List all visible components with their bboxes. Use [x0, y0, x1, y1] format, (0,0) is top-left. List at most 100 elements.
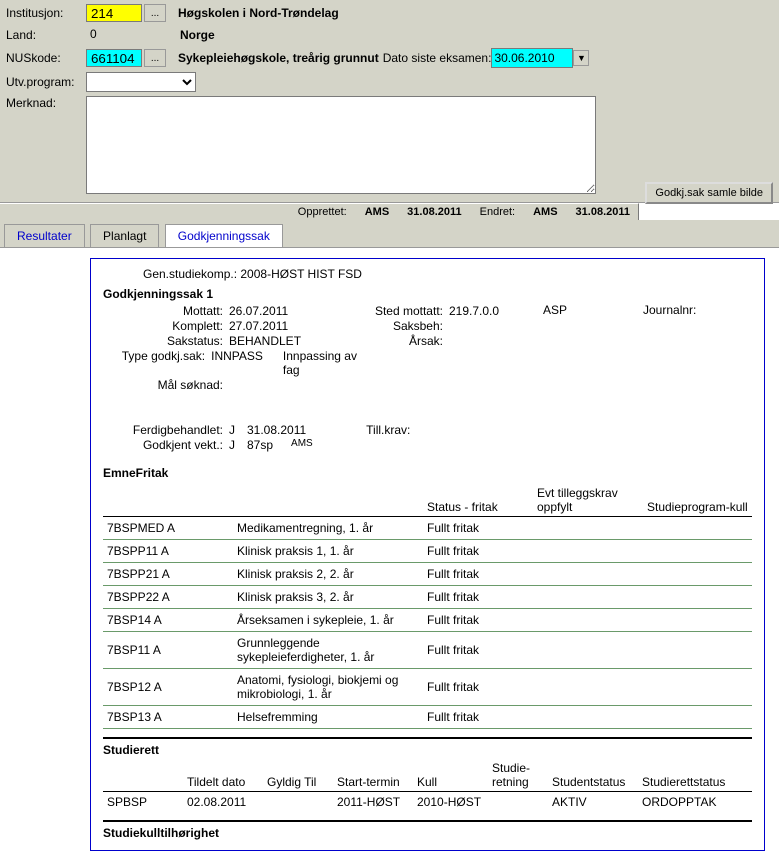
institusjon-lookup-button[interactable]: ...: [144, 4, 166, 22]
emne-name: Helsefremming: [233, 706, 423, 729]
emne-name: Medikamentregning, 1. år: [233, 517, 423, 540]
opprettet-label: Opprettet:: [298, 206, 347, 218]
emne-status: Fullt fritak: [423, 632, 533, 669]
dato-siste-dropdown[interactable]: 30.06.2010: [491, 48, 573, 68]
table-row: SPBSP02.08.20112011-HØST2010-HØSTAKTIVOR…: [103, 792, 752, 813]
godkvekt-by: AMS: [291, 438, 313, 452]
table-row: 7BSP12 AAnatomi, fysiologi, biokjemi og …: [103, 669, 752, 706]
sr-start: 2011-HØST: [333, 792, 413, 813]
merknad-label: Merknad:: [6, 96, 86, 110]
row-institusjon: Institusjon: ... Høgskolen i Nord-Trønde…: [6, 4, 773, 22]
endret-date: 31.08.2011: [576, 206, 630, 218]
ferdig-j: J: [229, 423, 235, 437]
land-name: Norge: [180, 28, 215, 42]
nuskode-lookup-button[interactable]: ...: [144, 49, 166, 67]
asp-value: ASP: [543, 303, 567, 317]
tab-planlagt[interactable]: Planlagt: [90, 224, 159, 247]
emne-status: Fullt fritak: [423, 706, 533, 729]
endret-by: AMS: [533, 206, 557, 218]
emne-status: Fullt fritak: [423, 540, 533, 563]
emne-name: Klinisk praksis 3, 2. år: [233, 586, 423, 609]
sted-value: 219.7.0.0: [449, 304, 499, 318]
row-merknad: Merknad:: [6, 96, 773, 194]
col-status: Status - fritak: [423, 484, 533, 517]
emne-status: Fullt fritak: [423, 669, 533, 706]
form-header: Institusjon: ... Høgskolen i Nord-Trønde…: [0, 0, 779, 203]
komplett-label: Komplett:: [103, 319, 223, 333]
table-row: 7BSPP11 AKlinisk praksis 1, 1. årFullt f…: [103, 540, 752, 563]
row-utvprogram: Utv.program:: [6, 72, 773, 92]
col-studieprogram: Studieprogram-kull: [643, 484, 752, 517]
row-land: Land: 0 Norge: [6, 26, 773, 44]
emne-name: Grunnleggende sykepleieferdigheter, 1. å…: [233, 632, 423, 669]
sr-retning: [488, 792, 548, 813]
studierett-title: Studierett: [103, 737, 752, 757]
opprettet-date: 31.08.2011: [407, 206, 461, 218]
utvprogram-label: Utv.program:: [6, 75, 86, 89]
type-label: Type godkj.sak:: [103, 349, 205, 377]
institusjon-input[interactable]: [86, 4, 142, 22]
emne-code: 7BSPMED A: [103, 517, 233, 540]
table-row: 7BSPP21 AKlinisk praksis 2, 2. årFullt f…: [103, 563, 752, 586]
sr-studentstatus: AKTIV: [548, 792, 638, 813]
col-studentstatus: Studentstatus: [548, 759, 638, 792]
arsak-label: Årsak:: [363, 334, 443, 348]
content-area: Gen.studiekomp.: 2008-HØST HIST FSD Godk…: [0, 248, 779, 861]
dato-siste-label: Dato siste eksamen:: [383, 51, 492, 65]
opprettet-by: AMS: [365, 206, 389, 218]
table-row: 7BSP14 AÅrseksamen i sykepleie, 1. årFul…: [103, 609, 752, 632]
emne-code: 7BSPP11 A: [103, 540, 233, 563]
godkj-sak-button[interactable]: Godkj.sak samle bilde: [645, 182, 773, 204]
col-studierettstatus: Studierettstatus: [638, 759, 752, 792]
col-kull: Kull: [413, 759, 488, 792]
journalnr-label: Journalnr:: [643, 303, 696, 317]
emne-status: Fullt fritak: [423, 586, 533, 609]
sr-kull: 2010-HØST: [413, 792, 488, 813]
studiekull-title: Studiekulltilhørighet: [103, 820, 752, 840]
type-desc: Innpassing av fag: [283, 349, 363, 377]
col-gyldig: Gyldig Til: [263, 759, 333, 792]
chevron-down-icon[interactable]: ▼: [573, 50, 589, 66]
komplett-value: 27.07.2011: [229, 319, 288, 333]
emne-code: 7BSP12 A: [103, 669, 233, 706]
mal-label: Mål søknad:: [103, 378, 223, 392]
emne-name: Årseksamen i sykepleie, 1. år: [233, 609, 423, 632]
godkvekt-label: Godkjent vekt.:: [103, 438, 223, 452]
studierett-table: Tildelt dato Gyldig Til Start-termin Kul…: [103, 759, 752, 812]
gen-studiekomp: Gen.studiekomp.: 2008-HØST HIST FSD: [143, 267, 752, 281]
sr-gyldig: [263, 792, 333, 813]
emne-name: Anatomi, fysiologi, biokjemi og mikrobio…: [233, 669, 423, 706]
emne-name: Klinisk praksis 2, 2. år: [233, 563, 423, 586]
emnefritak-table: Status - fritak Evt tilleggskrav oppfylt…: [103, 484, 752, 729]
table-row: 7BSP13 AHelsefremmingFullt fritak: [103, 706, 752, 729]
sr-code: SPBSP: [103, 792, 183, 813]
institusjon-name: Høgskolen i Nord-Trøndelag: [178, 6, 339, 20]
land-label: Land:: [6, 28, 86, 42]
emne-code: 7BSPP21 A: [103, 563, 233, 586]
nuskode-input[interactable]: [86, 49, 142, 67]
col-evt: Evt tilleggskrav oppfylt: [533, 484, 643, 517]
row-nuskode: NUSkode: ... Sykepleiehøgskole, treårig …: [6, 48, 773, 68]
ferdig-label: Ferdigbehandlet:: [103, 423, 223, 437]
land-value: 0: [86, 26, 142, 44]
case-title: Godkjenningssak 1: [103, 287, 752, 301]
merknad-textarea[interactable]: [86, 96, 596, 194]
table-row: 7BSPP22 AKlinisk praksis 3, 2. årFullt f…: [103, 586, 752, 609]
saksbeh-label: Saksbeh:: [363, 319, 443, 333]
utvprogram-dropdown[interactable]: [86, 72, 196, 92]
sted-label: Sted mottatt:: [363, 304, 443, 318]
table-row: 7BSPMED AMedikamentregning, 1. årFullt f…: [103, 517, 752, 540]
ferdig-date: 31.08.2011: [247, 423, 306, 437]
tab-resultater[interactable]: Resultater: [4, 224, 85, 247]
emne-code: 7BSPP22 A: [103, 586, 233, 609]
endret-label: Endret:: [480, 206, 515, 218]
table-row: 7BSP11 AGrunnleggende sykepleieferdighet…: [103, 632, 752, 669]
col-tildelt: Tildelt dato: [183, 759, 263, 792]
tabs-bar: Resultater Planlagt Godkjenningssak: [0, 220, 779, 248]
emne-code: 7BSP14 A: [103, 609, 233, 632]
tab-godkjenningssak[interactable]: Godkjenningssak: [165, 224, 283, 247]
dato-siste-value: 30.06.2010: [494, 51, 554, 65]
nuskode-name: Sykepleiehøgskole, treårig grunnut: [178, 51, 379, 65]
sakstatus-value: BEHANDLET: [229, 334, 301, 348]
godkvekt-sp: 87sp: [247, 438, 273, 452]
